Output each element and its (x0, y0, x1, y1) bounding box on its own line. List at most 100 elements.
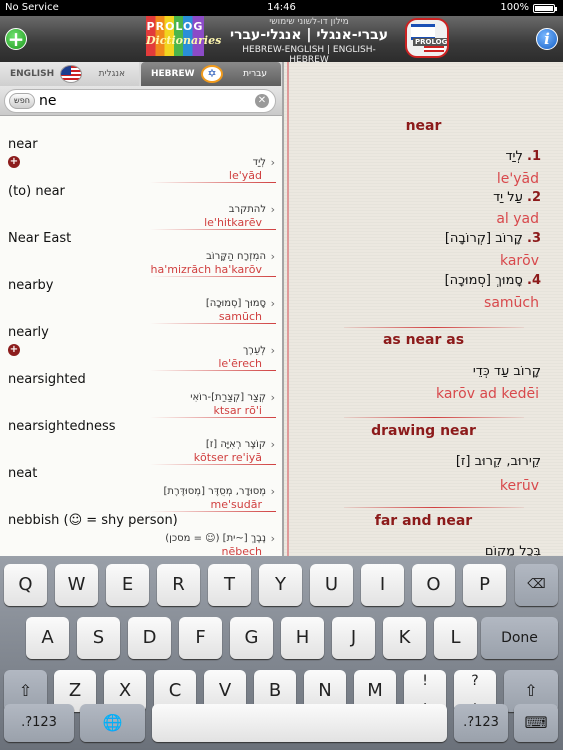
chevron-right-icon: › (270, 438, 275, 451)
phrase-2-translit: kerūv (499, 478, 539, 494)
list-item-hebrew: נֶבֶךְ [~ית] (☺ = מסכן) (165, 533, 266, 544)
key-h[interactable]: H (281, 617, 324, 659)
key-d[interactable]: D (128, 617, 171, 659)
clear-search-icon[interactable]: ✕ (255, 94, 269, 108)
list-item-word: Near East (8, 231, 72, 246)
key-u[interactable]: U (310, 564, 353, 606)
add-favorite-icon[interactable]: + (8, 156, 20, 168)
key-r[interactable]: R (157, 564, 200, 606)
chevron-right-icon: › (270, 203, 275, 216)
phrase-1-translit: karōv ad kedēi (435, 386, 539, 402)
list-item-word: near (8, 137, 38, 152)
chevron-right-icon: › (270, 532, 275, 545)
sense-4-hebrew: 4. סָמוּךְ [סְמוּכָה] (444, 273, 541, 288)
list-item[interactable]: near + לְיַד › le'yād (0, 134, 282, 183)
chevron-right-icon: › (270, 250, 275, 263)
sense-3-hebrew: 3. קָרוֹב [קְרוֹבָה] (444, 231, 541, 246)
list-item[interactable]: neat מְסוּדָר, מְסֻדֶּר [מְסוּדֶּרֶת] › me'… (0, 463, 282, 512)
list-item-hebrew: סָמוּך [סְמוּכָה] (205, 298, 266, 309)
list-item-hebrew: המִזְרָח הַקָּרוֹב (206, 251, 266, 262)
us-flag-icon (60, 65, 82, 83)
key-w[interactable]: W (55, 564, 98, 606)
info-button[interactable]: i (536, 28, 558, 50)
phrase-1-title: as near as (382, 332, 465, 348)
key-e[interactable]: E (106, 564, 149, 606)
prolog-logo: PROLOG Dictionaries (146, 16, 221, 56)
header-subtitle: מילון דו-לשוני שימושי (269, 17, 349, 27)
list-item-word: neat (8, 466, 38, 481)
entry-detail-pane: near 1. לְיַד le'yād 2. עַל יַד al yad 3… (284, 62, 563, 556)
clock: 14:46 (267, 2, 296, 13)
word-list-pane: ENGLISH אנגלית HEBREW עברית חפש ✕ near + ל… (0, 62, 282, 556)
search-bar: חפש ✕ (0, 86, 282, 116)
sense-1-hebrew: 1. לְיַד (505, 149, 541, 164)
key-y[interactable]: Y (259, 564, 302, 606)
status-bar: No Service 14:46 100% (0, 0, 563, 16)
list-item[interactable]: nearby סָמוּך [סְמוּכָה] › samūch (0, 275, 282, 324)
section-rule (344, 507, 524, 508)
list-item-hebrew: לְיַד (252, 157, 266, 168)
key-q[interactable]: Q (4, 564, 47, 606)
language-tabs: ENGLISH אנגלית HEBREW עברית (0, 62, 282, 86)
sense-1-translit: le'yād (496, 171, 539, 187)
key-l[interactable]: L (434, 617, 477, 659)
key-s[interactable]: S (77, 617, 120, 659)
list-item-hebrew: קְצַר [קְצַרַת]-רוֹאִי (190, 392, 266, 403)
add-button[interactable]: + (5, 28, 27, 50)
chevron-right-icon: › (270, 297, 275, 310)
space-key[interactable] (152, 704, 447, 742)
search-field: חפש ✕ (4, 89, 276, 113)
key-j[interactable]: J (332, 617, 375, 659)
list-item[interactable]: (to) near להתקרב › le'hitkarēv (0, 181, 282, 230)
key-t[interactable]: T (208, 564, 251, 606)
chevron-right-icon: › (270, 156, 275, 169)
key-a[interactable]: A (26, 617, 69, 659)
key-p[interactable]: P (463, 564, 506, 606)
list-item[interactable]: nearly + לְעֵרֶך › le'ērech (0, 322, 282, 371)
chevron-right-icon: › (270, 344, 275, 357)
key-o[interactable]: O (412, 564, 455, 606)
entry-headword: near (405, 118, 442, 134)
key-i[interactable]: I (361, 564, 404, 606)
key-g[interactable]: G (230, 617, 273, 659)
list-item[interactable]: Near East המִזְרָח הַקָּרוֹב › ha'mizrāch h… (0, 228, 282, 277)
list-item-hebrew: מְסוּדָר, מְסֻדֶּר [מְסוּדֶּרֶת] (163, 486, 266, 497)
section-rule (344, 327, 524, 328)
tab-english[interactable]: ENGLISH אנגלית (0, 62, 139, 86)
app-header: + PROLOG Dictionaries מילון דו-לשוני שימ… (0, 16, 563, 65)
list-item[interactable]: nebbish (☺ = shy person) נֶבֶךְ [~ית] (☺ … (0, 510, 282, 556)
numbers-key-right[interactable]: .?123 (454, 704, 508, 742)
list-item-word: (to) near (8, 184, 65, 199)
hide-keyboard-icon[interactable]: ⌨ (514, 704, 558, 742)
phrase-3-hebrew: בְּכָל מָקוֹם (484, 544, 541, 556)
done-key[interactable]: Done (481, 617, 558, 659)
battery-percent: 100% (500, 2, 529, 13)
phrase-1-hebrew: קָרוֹב עַד כְּדֵי (472, 364, 541, 379)
battery-icon (533, 3, 557, 13)
list-item-word: nearly (8, 325, 49, 340)
onscreen-keyboard: QWERTYUIOP ASDFGHJKL ZXCVBNM ⌫ Done ⇧ !,… (0, 556, 563, 750)
numbers-key-left[interactable]: .?123 (4, 704, 74, 742)
list-item[interactable]: nearsightedness קוֹצֶר רְאִיָּה [ז] › kōtse… (0, 416, 282, 465)
list-item-word: nearby (8, 278, 54, 293)
list-item[interactable]: nearsighted קְצַר [קְצַרַת]-רוֹאִי › ktsar … (0, 369, 282, 418)
globe-icon[interactable]: 🌐 (80, 704, 145, 742)
phrase-3-title: far and near (374, 513, 473, 529)
sense-2-hebrew: 2. עַל יַד (493, 190, 541, 205)
add-favorite-icon[interactable]: + (8, 344, 20, 356)
backspace-key[interactable]: ⌫ (515, 564, 558, 606)
israel-flag-icon (201, 65, 223, 83)
results-list: near + לְיַד › le'yād (to) near להתקרב › le'hitk… (0, 134, 282, 556)
sense-4-translit: samūch (484, 295, 539, 311)
list-item-hebrew: לְעֵרֶך (242, 345, 266, 356)
key-f[interactable]: F (179, 617, 222, 659)
list-item-word: nebbish (☺ = shy person) (8, 513, 178, 528)
search-input[interactable] (39, 92, 249, 110)
tab-hebrew[interactable]: HEBREW עברית (141, 62, 281, 86)
search-button[interactable]: חפש (9, 93, 35, 109)
key-k[interactable]: K (383, 617, 426, 659)
list-item-hebrew: להתקרב (228, 204, 266, 215)
app-icon: PROLOG (405, 18, 449, 58)
phrase-2-title: drawing near (371, 423, 476, 439)
sense-3-translit: karōv (499, 253, 539, 269)
